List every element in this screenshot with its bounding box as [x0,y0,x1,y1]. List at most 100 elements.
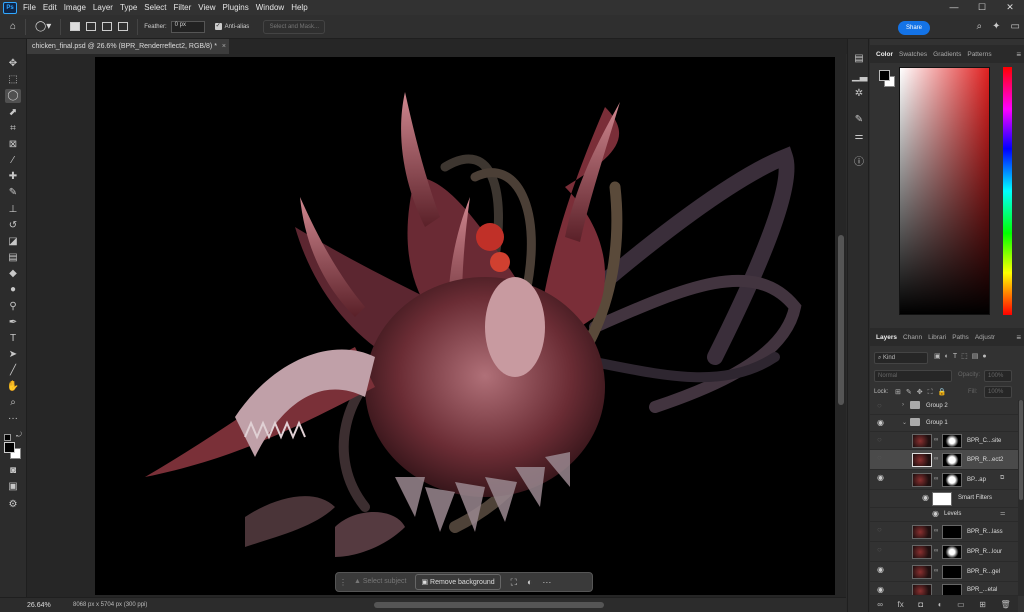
info-icon[interactable]: ⓘ [852,156,866,170]
layer-mask-thumbnail[interactable] [942,565,962,579]
layer-row[interactable]: ○ ∞ BPR_C...site [870,432,1018,450]
blur-tool-icon[interactable]: ◆ [5,267,21,281]
layer-row[interactable]: ◉ BPR_...etal [870,582,1018,596]
new-layer-icon[interactable]: ⊞ [979,600,986,609]
layer-filter-kind[interactable]: ⌕ Kind [874,352,928,364]
layer-mask-thumbnail[interactable] [942,473,962,487]
filter-options-icon[interactable]: ⚌ [1000,510,1005,517]
layer-row[interactable]: ◉ ⌄ Group 1 [870,415,1018,432]
hue-slider[interactable] [1003,67,1012,315]
adjustment-layer-icon[interactable]: ◐ [938,600,943,609]
history-icon[interactable]: ▤ [852,52,866,66]
zoom-level[interactable]: 26.64% [27,602,69,609]
brush-settings-icon[interactable]: ✎ [852,113,866,127]
horizontal-scroll-thumb[interactable] [374,602,604,608]
layer-mask-thumbnail[interactable] [942,453,962,467]
blend-mode-select[interactable]: Normal [874,370,952,382]
lasso-tool-preset-icon[interactable]: ◯▾ [35,21,51,32]
menu-edit[interactable]: Edit [43,3,57,12]
layer-row-selected[interactable]: ○ ∞ BPR_R...ect2 [870,450,1018,470]
close-window-button[interactable]: ✕ [996,0,1024,15]
menu-layer[interactable]: Layer [93,3,113,12]
marquee-tool-icon[interactable]: ⬚ [5,73,21,87]
antialias-checkbox[interactable]: ✓ [214,23,222,30]
menu-image[interactable]: Image [64,3,86,12]
histogram-icon[interactable]: ▁▃ [852,70,867,84]
photoshop-logo-icon[interactable]: Ps [3,1,17,14]
hand-tool-icon[interactable]: ✋ [5,380,21,394]
tab-gradients[interactable]: Gradients [933,51,961,58]
menu-filter[interactable]: Filter [174,3,192,12]
select-subject-button[interactable]: ▲ Select subject [349,574,411,590]
zoom-tool-icon[interactable]: ⌕ [5,396,21,410]
filter-row[interactable]: ◉ Levels ⚌ [870,508,1018,522]
clone-stamp-tool-icon[interactable]: ⊥ [5,203,21,217]
visibility-eye-icon[interactable]: ○ [877,545,882,554]
visibility-eye-icon[interactable]: ◉ [877,585,884,594]
tab-libraries[interactable]: Librari [928,334,946,341]
link-icon[interactable]: ∞ [934,528,938,534]
tab-adjustments[interactable]: Adjustr [975,334,995,341]
add-mask-icon[interactable]: ◘ [918,600,923,609]
burn-tool-icon[interactable]: ⚲ [5,300,21,314]
more-options-icon[interactable]: ··· [542,577,551,587]
link-icon[interactable]: ∞ [934,456,938,462]
add-selection-icon[interactable] [86,22,97,31]
visibility-eye-icon[interactable]: ○ [877,401,882,410]
close-tab-icon[interactable]: × [222,43,226,50]
document-canvas[interactable] [95,57,835,595]
layer-row[interactable]: ○ ∞ BPR_R...lour [870,542,1018,562]
layer-row[interactable]: ○ › Group 2 [870,398,1018,415]
menu-window[interactable]: Window [256,3,284,12]
type-tool-icon[interactable]: T [5,332,21,346]
document-tab[interactable]: chicken_final.psd @ 26.6% (BPR_Renderref… [27,39,229,54]
swap-colors-icon[interactable]: ⤾ [16,432,22,440]
visibility-eye-icon[interactable]: ◉ [932,509,939,518]
color-picker-field[interactable] [899,67,990,315]
tab-color[interactable]: Color [876,51,893,58]
brush-tool-icon[interactable]: ✎ [5,186,21,200]
discover-icon[interactable]: ✦ [992,21,1000,32]
collapse-chevron-icon[interactable]: ⌄ [902,419,907,426]
layer-row[interactable]: ○ ∞ BPR_R...lass [870,522,1018,542]
menu-type[interactable]: Type [120,3,137,12]
line-tool-icon[interactable]: ╱ [5,364,21,378]
select-and-mask-button[interactable]: Select and Mask... [263,19,326,34]
adjust-icon[interactable]: ◐ [527,577,532,587]
visibility-eye-icon[interactable]: ◉ [922,493,929,502]
layers-scroll-thumb[interactable] [1019,400,1023,500]
remove-background-button[interactable]: ▣ Remove background [415,574,501,590]
tab-patterns[interactable]: Patterns [967,51,991,58]
visibility-eye-icon[interactable]: ○ [877,525,882,534]
subtract-selection-icon[interactable] [102,22,113,31]
vertical-scrollbar[interactable] [836,57,846,597]
default-colors-icon[interactable] [4,434,11,441]
menu-view[interactable]: View [198,3,215,12]
frame-tool-icon[interactable]: ⊠ [5,138,21,152]
more-tools-icon[interactable]: ··· [5,412,21,426]
layer-mask-thumbnail[interactable] [942,545,962,559]
feather-input[interactable]: 0 px [170,20,205,33]
menu-plugins[interactable]: Plugins [223,3,249,12]
new-selection-icon[interactable] [70,22,81,31]
screen-mode-icon[interactable]: ▣ [5,480,21,494]
pen-tool-icon[interactable]: ✒ [5,316,21,330]
link-icon[interactable]: ∞ [934,548,938,554]
foreground-color-swatch[interactable] [4,442,15,453]
crop-tool-icon[interactable]: ⌗ [5,122,21,136]
layer-row[interactable]: ◉ ∞ BPR_R...gel [870,562,1018,582]
tab-layers[interactable]: Layers [876,334,897,341]
quick-mask-icon[interactable]: ◙ [5,464,21,478]
menu-select[interactable]: Select [144,3,166,12]
tab-channels[interactable]: Chann [903,334,922,341]
smart-filters-row[interactable]: ◉ Smart Filters [870,490,1018,508]
dodge-tool-icon[interactable]: ● [5,283,21,297]
eyedropper-tool-icon[interactable]: ⁄ [5,154,21,168]
visibility-eye-icon[interactable]: ◉ [877,418,884,427]
adjustments-icon[interactable]: ⚌ [852,130,866,144]
transform-icon[interactable]: ⛶ [511,577,517,588]
visibility-eye-icon[interactable]: ○ [877,435,882,444]
panel-menu-icon[interactable]: ≡ [1016,50,1021,59]
fill-input[interactable]: 100% [984,386,1012,398]
gradient-tool-icon[interactable]: ▤ [5,251,21,265]
